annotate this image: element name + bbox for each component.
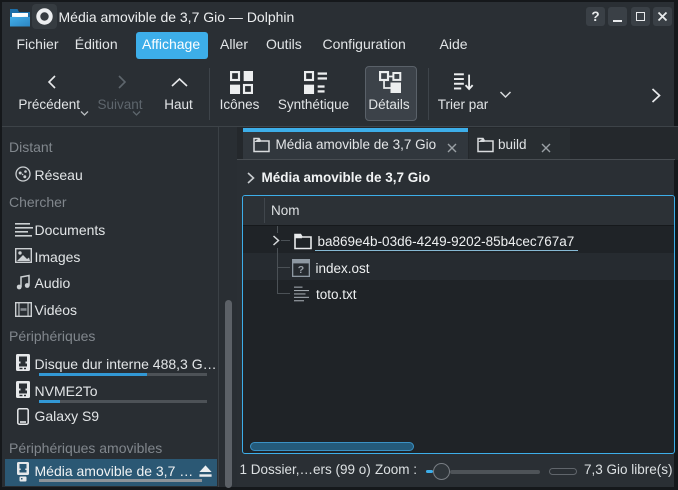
svg-text:?: ? [298,264,304,276]
